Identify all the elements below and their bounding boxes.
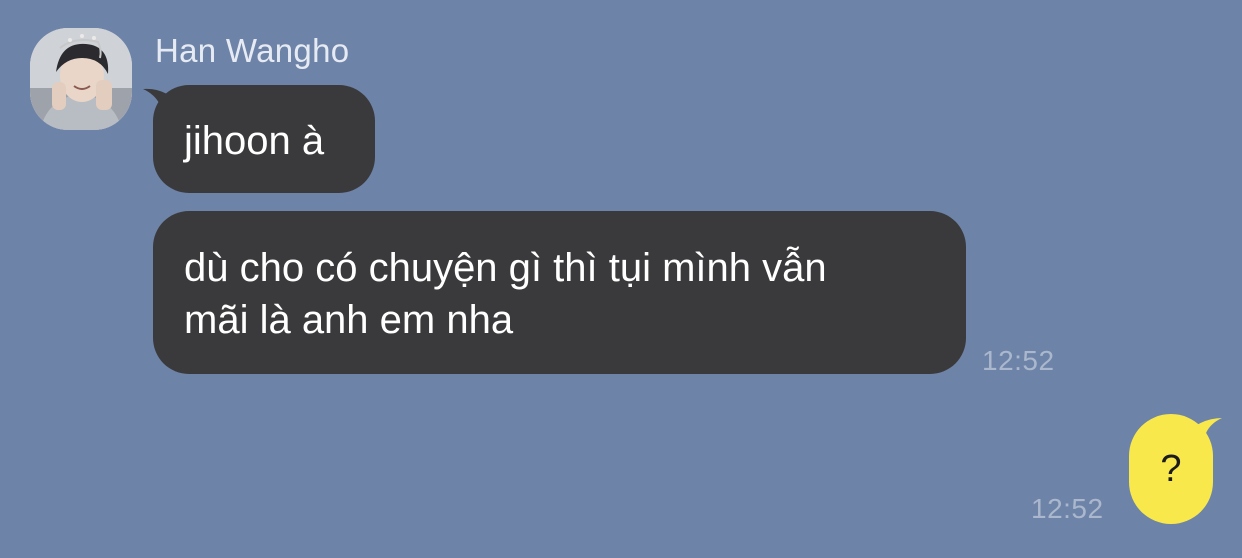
outgoing-message-bubble[interactable]: ? xyxy=(1129,414,1213,524)
contact-avatar[interactable] xyxy=(30,28,132,130)
sender-name: Han Wangho xyxy=(155,32,350,69)
message-timestamp: 12:52 xyxy=(1031,493,1104,524)
avatar-photo-icon xyxy=(30,28,132,130)
message-text-line: mãi là anh em nha xyxy=(184,298,514,342)
incoming-message-bubble[interactable]: jihoon à xyxy=(153,85,375,193)
incoming-message-bubble[interactable]: dù cho có chuyện gì thì tụi mình vẫn mãi… xyxy=(153,211,966,374)
message-text-line: dù cho có chuyện gì thì tụi mình vẫn xyxy=(184,246,827,290)
message-text: ? xyxy=(1160,448,1182,490)
message-timestamp: 12:52 xyxy=(982,345,1055,376)
message-text: jihoon à xyxy=(184,119,325,163)
